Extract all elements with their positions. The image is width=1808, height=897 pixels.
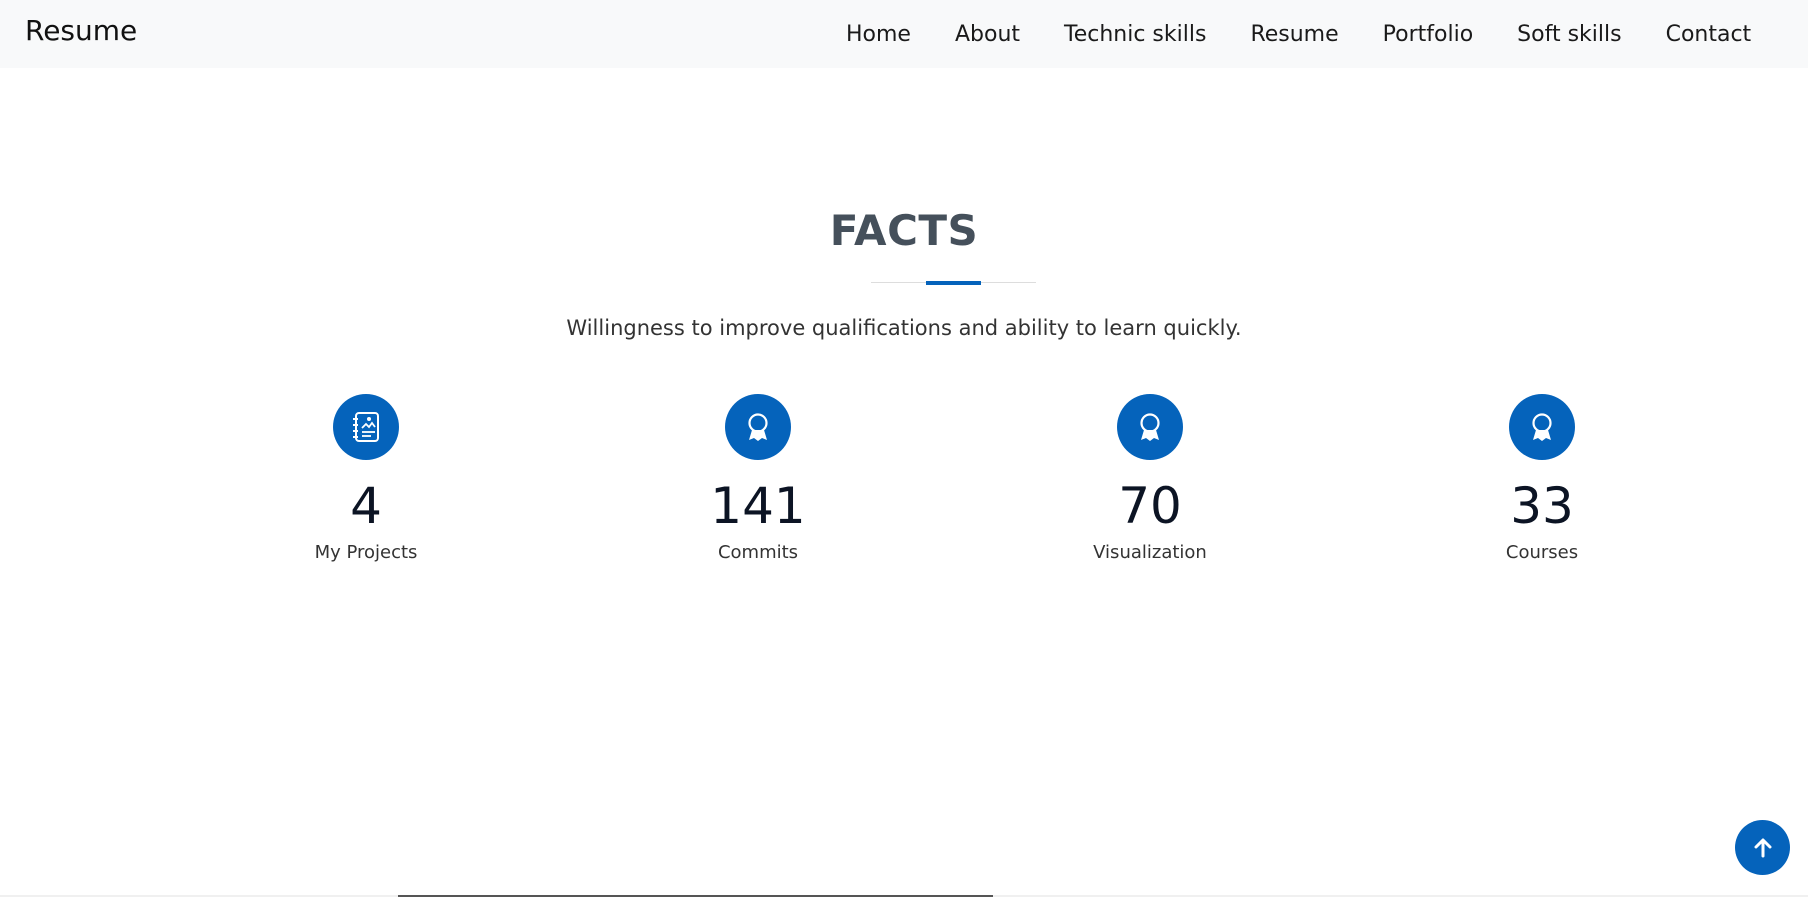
journal-richtext-icon xyxy=(333,394,399,460)
nav-link-portfolio[interactable]: Portfolio xyxy=(1383,22,1474,47)
award-icon xyxy=(725,394,791,460)
fact-number: 70 xyxy=(1118,477,1182,535)
fact-number: 141 xyxy=(710,477,806,535)
section-subtitle: Willingness to improve qualifications an… xyxy=(566,316,1242,340)
award-icon xyxy=(1509,394,1575,460)
nav-link-contact[interactable]: Contact xyxy=(1666,22,1752,47)
fact-number: 33 xyxy=(1510,477,1574,535)
fact-item-visualization: 70 Visualization xyxy=(1020,394,1280,563)
fact-item-courses: 33 Courses xyxy=(1412,394,1672,563)
fact-label: Visualization xyxy=(1093,542,1207,563)
brand-logo[interactable]: Resume xyxy=(25,14,137,47)
fact-item-projects: 4 My Projects xyxy=(236,394,496,563)
nav-link-resume[interactable]: Resume xyxy=(1250,22,1338,47)
award-icon xyxy=(1117,394,1183,460)
nav-link-soft-skills[interactable]: Soft skills xyxy=(1517,22,1621,47)
nav-menu: Home About Technic skills Resume Portfol… xyxy=(846,0,1795,68)
section-title: FACTS xyxy=(829,206,979,255)
fact-number: 4 xyxy=(350,477,382,535)
nav-link-home[interactable]: Home xyxy=(846,22,911,47)
navbar: Resume Home About Technic skills Resume … xyxy=(0,0,1808,68)
fact-label: My Projects xyxy=(314,542,418,563)
nav-link-technic-skills[interactable]: Technic skills xyxy=(1064,22,1206,47)
fact-label: Courses xyxy=(1505,542,1579,563)
fact-item-commits: 141 Commits xyxy=(628,394,888,563)
nav-link-about[interactable]: About xyxy=(955,22,1020,47)
back-to-top-button[interactable] xyxy=(1735,820,1790,875)
title-divider-accent xyxy=(926,281,981,285)
arrow-up-icon xyxy=(1754,838,1771,857)
fact-label: Commits xyxy=(717,542,799,563)
